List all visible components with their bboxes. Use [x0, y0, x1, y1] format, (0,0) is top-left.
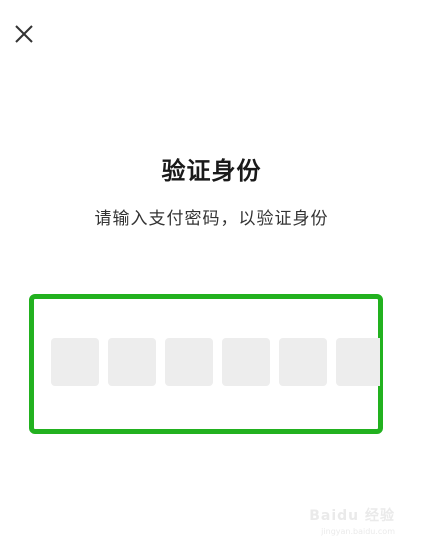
pin-input-row[interactable] — [51, 338, 380, 386]
pin-digit-4[interactable] — [222, 338, 270, 386]
pin-digit-3[interactable] — [165, 338, 213, 386]
page-title: 验证身份 — [161, 157, 262, 185]
pin-digit-6[interactable] — [336, 338, 380, 386]
watermark-text: Baidu 经验 — [309, 508, 395, 524]
pin-digit-5[interactable] — [279, 338, 327, 386]
pin-digit-1[interactable] — [51, 338, 99, 386]
pin-digit-2[interactable] — [108, 338, 156, 386]
close-icon — [15, 25, 33, 43]
watermark-sub: jingyan.baidu.com — [321, 527, 395, 536]
watermark: Baidu 经验 jingyan.baidu.com — [309, 505, 395, 536]
page-subtitle: 请输入支付密码，以验证身份 — [94, 209, 329, 229]
close-button[interactable] — [10, 20, 38, 48]
